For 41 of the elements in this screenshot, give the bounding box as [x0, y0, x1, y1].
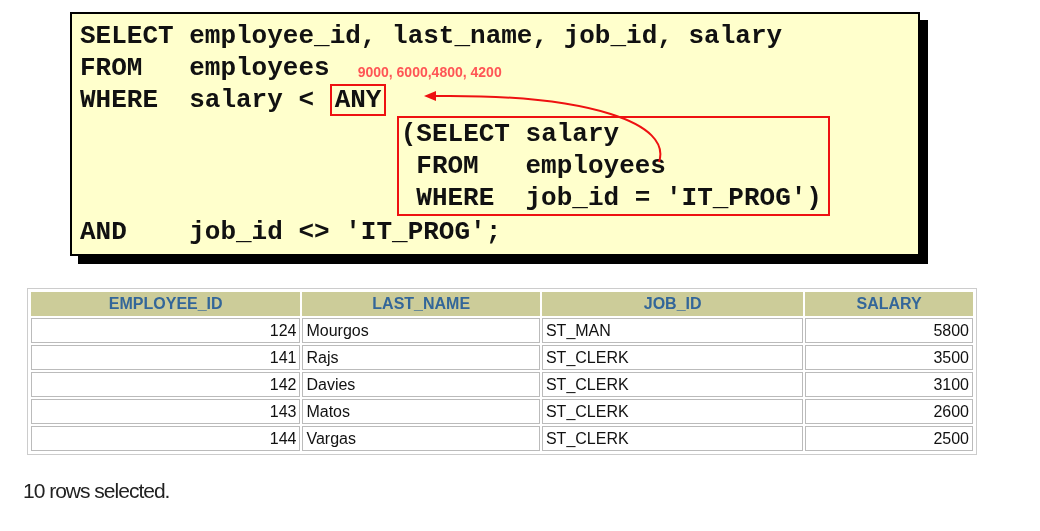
table-cell: ST_CLERK	[541, 372, 804, 397]
table-cell: 2600	[805, 399, 973, 424]
table-cell: Matos	[302, 399, 540, 424]
table-cell: 5800	[805, 318, 973, 343]
sql-keyword: SELECT	[80, 21, 175, 51]
sql-keyword: AND	[80, 217, 128, 247]
sql-text: employees	[189, 53, 330, 83]
sql-keyword: (SELECT	[400, 119, 511, 149]
sql-keyword: FROM	[80, 53, 144, 83]
table-cell: 3100	[805, 372, 973, 397]
table-cell: 124	[31, 318, 301, 343]
sql-keyword: FROM	[415, 151, 480, 181]
sql-keyword: WHERE	[415, 183, 496, 213]
table-cell: 142	[31, 372, 301, 397]
table-cell: Vargas	[302, 426, 540, 451]
table-cell: ST_CLERK	[541, 426, 804, 451]
column-header: SALARY	[805, 292, 973, 316]
status-text: 10 rows selected.	[23, 479, 171, 503]
table-cell: ST_MAN	[541, 318, 804, 343]
table-cell: ST_CLERK	[541, 399, 804, 424]
table-cell: 141	[31, 345, 301, 370]
sql-text: employees	[525, 151, 666, 181]
table-cell: ST_CLERK	[541, 345, 804, 370]
column-header: EMPLOYEE_ID	[31, 292, 301, 316]
sql-text: salary	[525, 119, 620, 149]
table-cell: Rajs	[302, 345, 540, 370]
table-cell: 144	[31, 426, 301, 451]
sql-text: salary <	[189, 85, 315, 115]
sql-text: employee_id, last_name, job_id, salary	[189, 21, 783, 51]
annotation-text: 9000, 6000,4800, 4200	[357, 64, 502, 80]
table-cell: 3500	[805, 345, 973, 370]
column-header: LAST_NAME	[302, 292, 540, 316]
sql-text: job_id = 'IT_PROG')	[525, 183, 822, 213]
sql-keyword: WHERE	[80, 85, 159, 115]
column-header: JOB_ID	[541, 292, 804, 316]
table-cell: Mourgos	[302, 318, 540, 343]
highlighted-operator: ANY	[329, 84, 387, 116]
table-cell: 143	[31, 399, 301, 424]
sql-text: job_id <> 'IT_PROG';	[189, 217, 502, 247]
table-cell: 2500	[805, 426, 973, 451]
table-cell: Davies	[302, 372, 540, 397]
